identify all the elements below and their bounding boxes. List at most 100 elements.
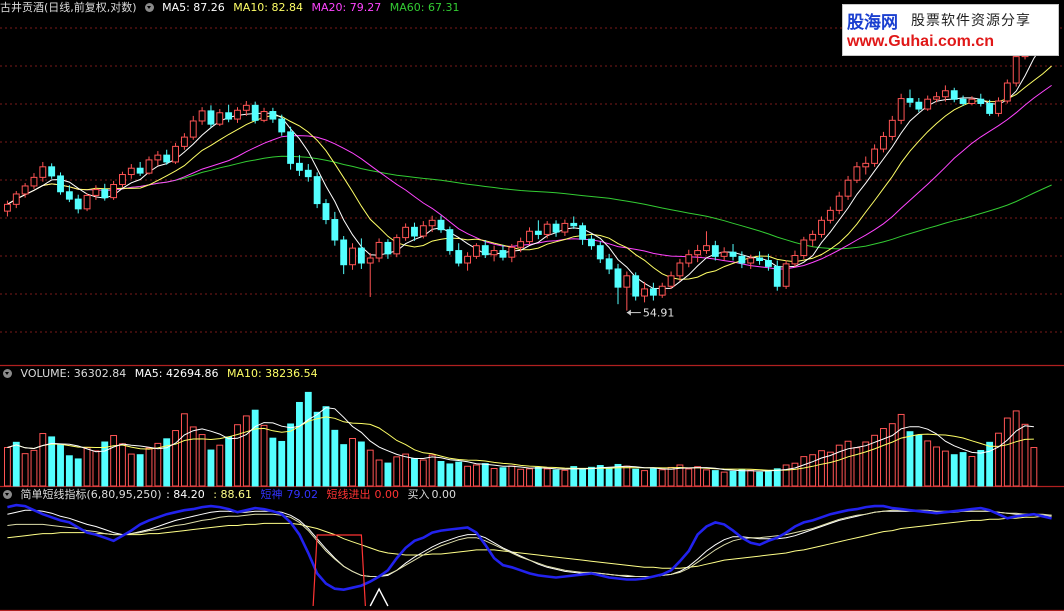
- volume-bar: [340, 444, 348, 487]
- candle-body: [694, 250, 702, 256]
- candle-body: [110, 184, 118, 199]
- volume-bar: [906, 431, 914, 487]
- candle-body: [234, 109, 241, 120]
- candle-body: [968, 98, 976, 104]
- volume-bar: [101, 441, 109, 487]
- candle-body: [596, 245, 604, 260]
- candle-body: [287, 131, 295, 164]
- volume-bar: [481, 463, 489, 487]
- volume-bar: [667, 466, 675, 487]
- candle-body: [57, 175, 64, 193]
- candle-body: [773, 265, 781, 287]
- candle-body: [198, 110, 206, 122]
- ma10-line: [7, 65, 1052, 280]
- volume-title[interactable]: VOLUME: 36302.84: [21, 367, 127, 380]
- volume-bar: [694, 466, 702, 487]
- volume-bar: [472, 464, 480, 487]
- candle-body: [154, 154, 162, 161]
- volume-bar: [189, 426, 197, 487]
- volume-bar: [366, 449, 374, 487]
- candle-body: [526, 230, 533, 243]
- volume-bar: [844, 440, 852, 487]
- volume-ma10-line: [7, 416, 1034, 471]
- candle-body: [172, 145, 179, 163]
- volume-bar: [729, 470, 737, 487]
- buy-signal-marker: [369, 587, 389, 607]
- volume-bar: [623, 465, 631, 487]
- volume-bar: [278, 440, 286, 487]
- volume-bar: [703, 469, 710, 487]
- volume-bar: [818, 450, 825, 487]
- volume-bar: [641, 470, 648, 487]
- volume-bar: [349, 437, 356, 487]
- candle-body: [995, 100, 1002, 114]
- dropdown-icon[interactable]: [144, 3, 154, 12]
- volume-bar: [499, 467, 507, 487]
- volume-bar: [242, 415, 250, 487]
- volume-bar: [862, 441, 870, 487]
- candle-body: [933, 96, 940, 100]
- indicator-v3: 79.02: [286, 488, 318, 501]
- dropdown-icon[interactable]: [3, 490, 12, 499]
- candle-body: [145, 159, 153, 174]
- indicator-fast-line: [7, 503, 1052, 592]
- candle-body: [393, 237, 401, 255]
- volume-bar: [446, 463, 454, 487]
- candle-body: [720, 251, 728, 257]
- candle-body: [791, 255, 799, 265]
- candle-body: [950, 90, 958, 100]
- candle-body: [92, 189, 100, 196]
- volume-bar: [579, 468, 587, 487]
- volume-bar: [933, 446, 940, 487]
- volume-bar: [977, 449, 985, 487]
- candle-body: [880, 135, 887, 150]
- volume-bar: [995, 432, 1002, 487]
- candle-body: [428, 219, 436, 227]
- candle-body: [207, 110, 215, 125]
- candle-body: [260, 111, 268, 121]
- volume-bar: [941, 450, 949, 487]
- volume-bar: [21, 453, 29, 487]
- volume-bar: [1030, 447, 1038, 487]
- candle-body: [437, 219, 445, 231]
- volume-bar: [322, 406, 330, 487]
- candle-body: [101, 189, 109, 199]
- candle-body: [12, 193, 20, 205]
- volume-bar: [543, 468, 551, 487]
- candle-body: [862, 162, 870, 168]
- volume-bar: [773, 468, 781, 487]
- dropdown-icon[interactable]: [3, 369, 12, 378]
- low-marker-arrow: [626, 309, 631, 316]
- ma60-label: MA60: 67.31: [389, 1, 460, 14]
- candle-body: [614, 268, 622, 288]
- stock-chart[interactable]: 54.91: [0, 0, 1064, 611]
- candle-body: [782, 263, 790, 287]
- volume-bar: [74, 458, 82, 487]
- price-title[interactable]: 古井贡酒(日线,前复权,对数): [0, 1, 137, 14]
- volume-bar: [304, 391, 312, 487]
- volume-bar: [1003, 417, 1011, 487]
- candle-body: [1012, 56, 1020, 84]
- volume-bar: [287, 423, 295, 487]
- volume-bar: [260, 424, 268, 487]
- candle-body: [809, 233, 817, 241]
- candle-body: [251, 104, 259, 121]
- volume-bar: [552, 469, 560, 487]
- volume-bar: [915, 434, 923, 487]
- volume-bar: [720, 471, 728, 487]
- indicator-title[interactable]: 简单短线指标(6,80,95,250): [21, 488, 162, 501]
- indicator-short-line: [7, 509, 1052, 577]
- volume-bar: [393, 456, 401, 487]
- candle-body: [48, 166, 56, 177]
- candle-body: [906, 98, 914, 103]
- volume-bar: [172, 430, 179, 487]
- volume-bar: [455, 461, 463, 487]
- watermark-logo: 股海网 股票软件资源分享 www.Guhai.com.cn: [842, 4, 1059, 56]
- volume-bar: [605, 467, 613, 487]
- candle-body: [764, 260, 772, 267]
- volume-bar: [154, 442, 162, 487]
- low-price-label: 54.91: [643, 307, 675, 320]
- candle-body: [136, 167, 144, 174]
- candle-body: [508, 246, 516, 258]
- candle-body: [411, 226, 418, 237]
